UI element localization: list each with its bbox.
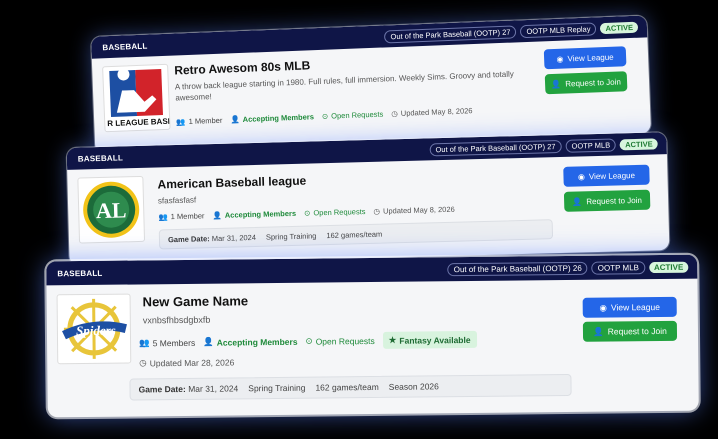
users-icon: 👥: [176, 117, 186, 127]
updated-date: ◷ Updated May 8, 2026: [373, 204, 455, 216]
mode-tag: OOTP MLB: [591, 260, 646, 275]
star-icon: ★: [388, 334, 397, 345]
members-count: 👥 1 Member: [158, 211, 205, 222]
league-title[interactable]: New Game Name: [143, 293, 249, 309]
game-info-bar: Game Date: Mar 31, 2024 Spring Training …: [158, 219, 554, 250]
updated-date: ◷ Updated Mar 28, 2026: [139, 356, 235, 368]
season: Season 2026: [388, 381, 439, 392]
clock-icon: ◷: [139, 357, 147, 368]
user-plus-icon: 👤: [593, 326, 604, 337]
svg-text:Spiders: Spiders: [76, 323, 116, 338]
view-league-button[interactable]: ◉ View League: [582, 296, 677, 318]
game-tag: Out of the Park Baseball (OOTP) 27: [429, 139, 562, 156]
league-title[interactable]: Retro Awesom 80s MLB: [174, 58, 310, 77]
sport-label: BASEBALL: [102, 41, 148, 52]
accepting-members: 👤 Accepting Members: [203, 336, 298, 348]
games-per-team: 162 games/team: [326, 229, 383, 240]
updated-date: ◷ Updated May 8, 2026: [391, 106, 473, 119]
users-icon: 👥: [158, 212, 168, 222]
svg-text:AL: AL: [96, 197, 127, 223]
fantasy-badge: ★ Fantasy Available: [382, 330, 477, 349]
request-to-join-button[interactable]: 👤 Request to Join: [563, 189, 651, 212]
league-logo: R LEAGUE BASE: [102, 63, 171, 133]
open-requests: ⊙ Open Requests: [321, 109, 384, 121]
eye-icon: ◉: [599, 302, 607, 313]
game-date-label: Game Date:: [167, 233, 210, 244]
league-description: vxnbsfhbsdgbxfb: [142, 314, 211, 326]
games-per-team: 162 games/team: [315, 381, 379, 393]
phase: Spring Training: [248, 382, 306, 394]
league-card-new-game: BASEBALL Out of the Park Baseball (OOTP)…: [46, 254, 699, 418]
al-logo-icon: AL: [83, 181, 140, 238]
check-circle-icon: ⊙: [305, 335, 313, 346]
mode-tag: OOTP MLB: [565, 137, 617, 153]
game-date: Mar 31, 2024: [188, 383, 239, 394]
view-league-button[interactable]: ◉ View League: [543, 46, 627, 70]
user-plus-icon: 👤: [572, 196, 583, 207]
open-requests: ⊙ Open Requests: [303, 207, 366, 218]
request-to-join-button[interactable]: 👤 Request to Join: [544, 71, 628, 95]
mode-tag: OOTP MLB Replay: [520, 21, 597, 38]
sport-label: BASEBALL: [57, 268, 103, 278]
league-title[interactable]: American Baseball league: [157, 174, 306, 192]
check-circle-icon: ⊙: [303, 208, 311, 218]
members-count: 👥 5 Members: [139, 337, 196, 348]
status-badge: ACTIVE: [600, 21, 639, 34]
eye-icon: ◉: [556, 54, 564, 64]
league-logo: AL: [77, 175, 146, 244]
league-logo: Spiders: [56, 293, 132, 365]
request-to-join-button[interactable]: 👤 Request to Join: [582, 320, 678, 342]
clock-icon: ◷: [373, 206, 381, 216]
user-check-icon: 👤: [212, 210, 222, 221]
accepting-members: 👤 Accepting Members: [212, 208, 297, 221]
game-tag: Out of the Park Baseball (OOTP) 26: [447, 261, 588, 276]
game-info-bar: Game Date: Mar 31, 2024 Spring Training …: [129, 373, 572, 401]
sport-label: BASEBALL: [77, 152, 124, 164]
clock-icon: ◷: [391, 108, 398, 119]
status-badge: ACTIVE: [619, 137, 658, 150]
phase: Spring Training: [265, 230, 317, 242]
eye-icon: ◉: [577, 171, 586, 181]
users-icon: 👥: [139, 337, 150, 348]
check-circle-icon: ⊙: [321, 111, 329, 121]
open-requests: ⊙ Open Requests: [305, 335, 375, 347]
game-tag: Out of the Park Baseball (OOTP) 27: [384, 24, 517, 43]
accepting-members: 👤 Accepting Members: [230, 112, 315, 125]
game-date-label: Game Date:: [138, 383, 186, 395]
league-card-retro: BASEBALL Out of the Park Baseball (OOTP)…: [90, 15, 652, 155]
view-league-button[interactable]: ◉ View League: [563, 164, 650, 187]
game-date: Mar 31, 2024: [211, 232, 257, 243]
spiders-logo-icon: Spiders: [62, 298, 127, 359]
user-plus-icon: 👤: [551, 79, 562, 89]
user-check-icon: 👤: [230, 115, 240, 125]
status-badge: ACTIVE: [648, 261, 689, 273]
league-description: sfasfasfasf: [157, 195, 197, 206]
user-check-icon: 👤: [203, 336, 214, 347]
members-count: 👥 1 Member: [176, 115, 223, 127]
league-card-american: BASEBALL Out of the Park Baseball (OOTP)…: [66, 132, 670, 266]
